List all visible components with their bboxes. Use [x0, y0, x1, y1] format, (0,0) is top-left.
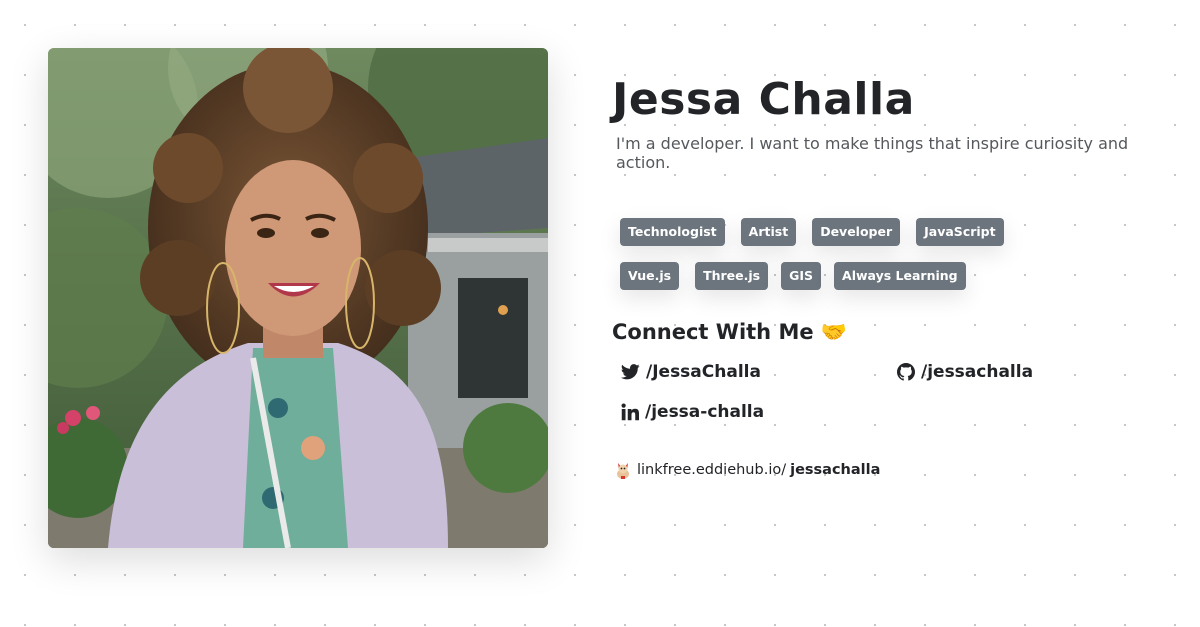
linkfree-link[interactable]: linkfree.eddiehub.io/ jessachalla: [614, 460, 880, 480]
profile-bio: I'm a developer. I want to make things t…: [616, 134, 1129, 172]
tag-list: Technologist Artist Developer JavaScript…: [620, 218, 1004, 306]
linkedin-icon: [621, 403, 639, 421]
tag-javascript[interactable]: JavaScript: [916, 218, 1004, 246]
github-link[interactable]: /jessachalla: [897, 362, 1033, 382]
profile-photo: [48, 48, 548, 548]
linkfree-logo-icon: [617, 463, 629, 479]
github-handle: /jessachalla: [921, 362, 1034, 382]
linkfree-domain: linkfree.eddiehub.io/: [637, 462, 787, 478]
tag-technologist[interactable]: Technologist: [620, 218, 725, 246]
tag-artist[interactable]: Artist: [740, 218, 797, 246]
tag-row: Technologist Artist Developer JavaScript: [620, 218, 1004, 246]
profile-photo-illustration: [48, 48, 548, 548]
profile-details: Jessa Challa I'm a developer. I want to …: [612, 70, 1172, 479]
linkedin-link[interactable]: /jessa-challa: [621, 402, 764, 422]
tag-row: Vue.js Three.js GIS Always Learning: [620, 262, 1000, 290]
twitter-link[interactable]: /JessaChalla: [621, 362, 761, 382]
linkfree-username: jessachalla: [790, 462, 881, 478]
tag-vuejs[interactable]: Vue.js: [620, 262, 680, 290]
twitter-handle: /JessaChalla: [646, 362, 761, 382]
tag-developer[interactable]: Developer: [812, 218, 901, 246]
tag-threejs[interactable]: Three.js: [695, 262, 769, 290]
tag-gis[interactable]: GIS: [781, 262, 822, 290]
connect-title: Connect With Me 🤝: [612, 320, 848, 344]
tag-always-learning[interactable]: Always Learning: [834, 262, 966, 290]
profile-name: Jessa Challa: [612, 74, 915, 125]
twitter-icon: [621, 364, 640, 380]
linkedin-handle: /jessa-challa: [645, 402, 765, 422]
github-icon: [897, 363, 915, 381]
